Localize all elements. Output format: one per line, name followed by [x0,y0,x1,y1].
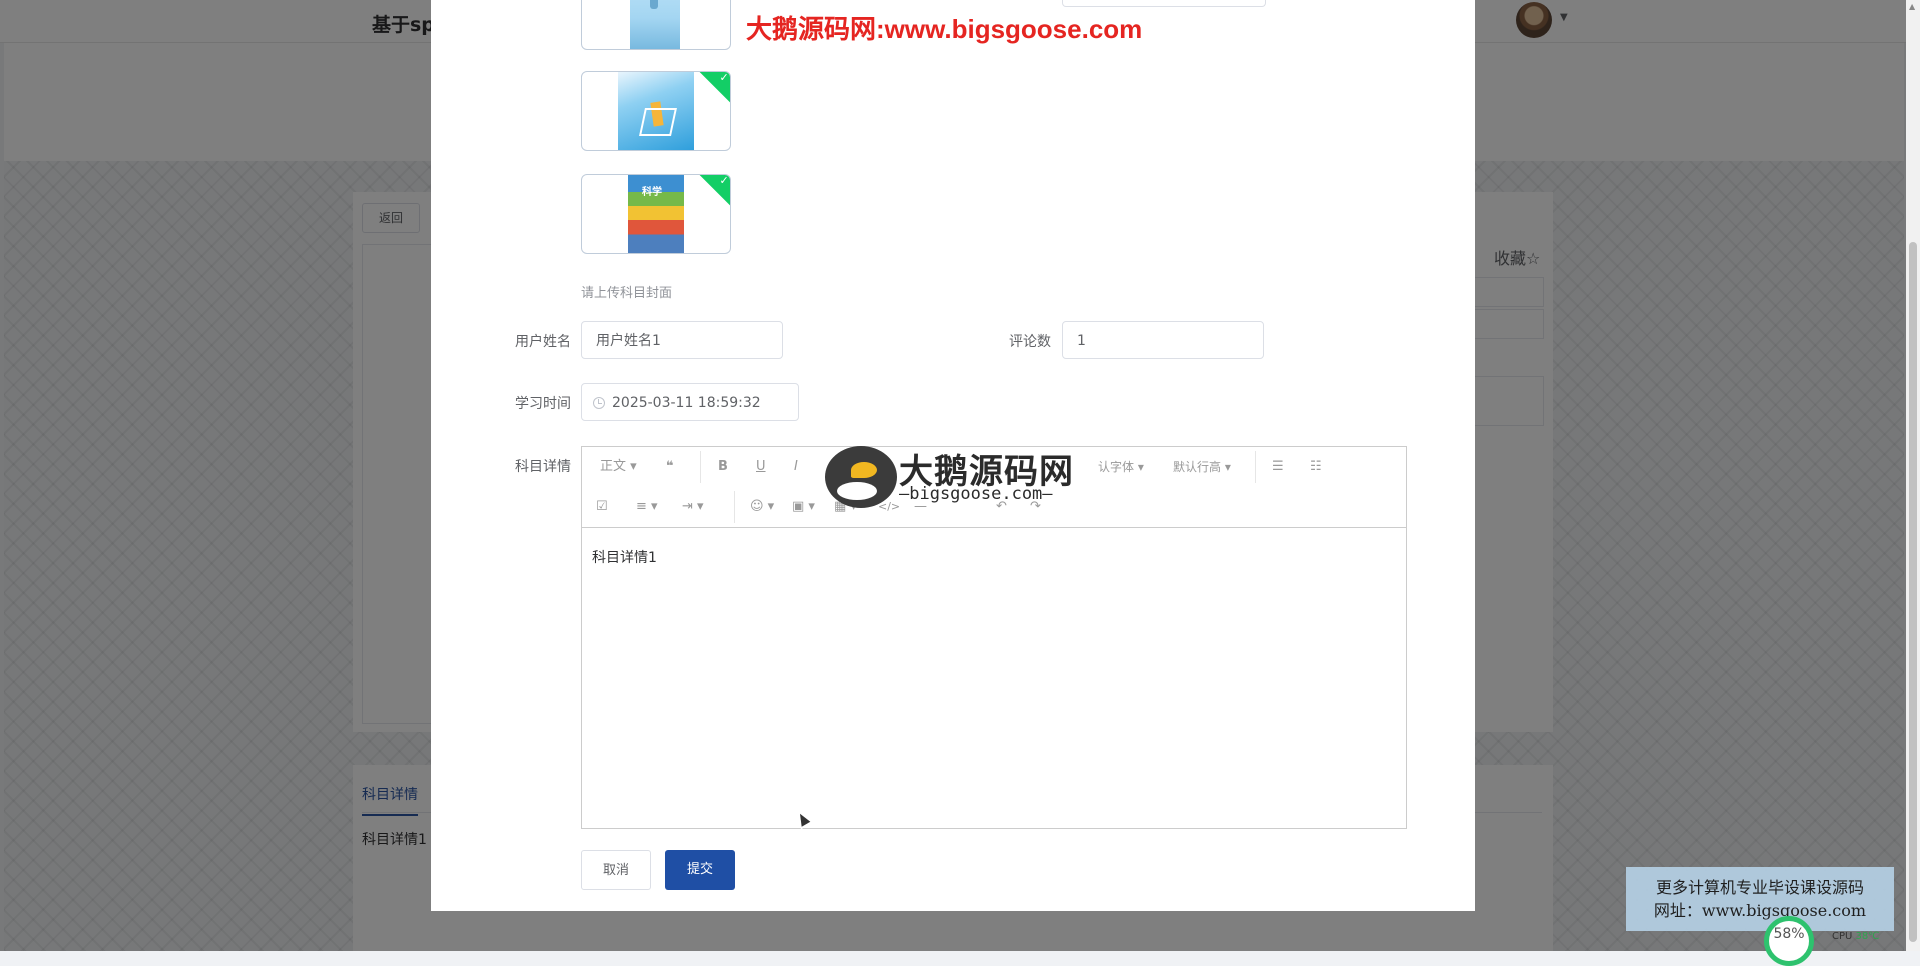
line-height-dropdown[interactable]: 默认行高 ▾ [1173,457,1231,477]
image-dropdown[interactable]: ▣ ▾ [792,497,815,517]
username-label: 用户姓名 [515,334,571,350]
toolbar-divider [700,451,701,483]
promo-line-2: 网址：www.bigsgoose.com [1653,901,1867,920]
study-time-value: 2025-03-11 18:59:32 [612,395,761,411]
cover-image-item[interactable] [581,71,731,151]
cover-thumbnail [618,72,694,150]
editor-content[interactable]: 科目详情1 [592,547,657,567]
cpu-label: CPU [1832,931,1853,942]
cover-thumbnail [630,0,680,49]
study-time-label: 学习时间 [515,396,571,412]
clock-icon [593,397,605,409]
todo-icon[interactable]: ☑ [596,497,608,517]
detail-label: 科目详情 [515,459,571,475]
indent-dropdown[interactable]: ⇥ ▾ [682,497,704,517]
paragraph-format-dropdown[interactable]: 正文 ▾ [600,457,637,477]
promo-banner[interactable]: 更多计算机专业毕设课设源码 网址：www.bigsgoose.com [1626,867,1894,931]
scrollbar-thumb[interactable] [1909,242,1917,942]
promo-line-1: 更多计算机专业毕设课设源码 [1655,878,1864,897]
align-dropdown[interactable]: ≡ ▾ [636,497,658,517]
toolbar-divider [1255,451,1256,483]
logo-subtitle: —bigsgoose.com— [899,484,1053,504]
numbered-list-icon[interactable]: ☷ [1310,457,1322,477]
font-family-dropdown[interactable]: 认字体 ▾ [1098,457,1144,477]
watermark-text: 大鹅源码网:www.bigsgoose.com [746,14,1143,44]
uploaded-check-icon [698,175,730,207]
quote-icon[interactable]: ❝ [666,457,674,477]
uploaded-check-icon [698,72,730,104]
emoji-dropdown[interactable]: ☺ ▾ [750,497,774,517]
underline-icon[interactable]: U [756,457,766,477]
username-input[interactable]: 用户姓名1 [581,321,783,359]
study-time-picker[interactable]: 2025-03-11 18:59:32 [581,383,799,421]
comments-input[interactable]: 1 [1062,321,1264,359]
performance-gauge[interactable]: 58% [1764,916,1814,966]
scroll-up-icon[interactable]: ▲ [1909,2,1915,11]
submit-button[interactable]: 提交 [665,850,735,890]
cpu-readout: CPU 38℃ [1832,931,1880,942]
cancel-button[interactable]: 取消 [581,850,651,890]
italic-icon[interactable]: I [794,457,798,477]
top-field-input[interactable] [1062,0,1266,7]
cover-thumbnail [628,175,684,253]
cover-image-item[interactable] [581,0,731,50]
toolbar-divider [734,491,735,523]
cover-image-item[interactable] [581,174,731,254]
bullet-list-icon[interactable]: ☰ [1272,457,1284,477]
watermark-logo: 大鹅源码网 —bigsgoose.com— [825,444,1095,514]
cpu-temp: 38℃ [1855,931,1880,942]
upload-tip: 请上传科目封面 [581,286,673,301]
bold-icon[interactable]: B [718,457,728,477]
comments-label: 评论数 [1009,334,1051,350]
goose-logo-icon [825,446,897,508]
page-scrollbar[interactable]: ▲ [1906,0,1920,951]
